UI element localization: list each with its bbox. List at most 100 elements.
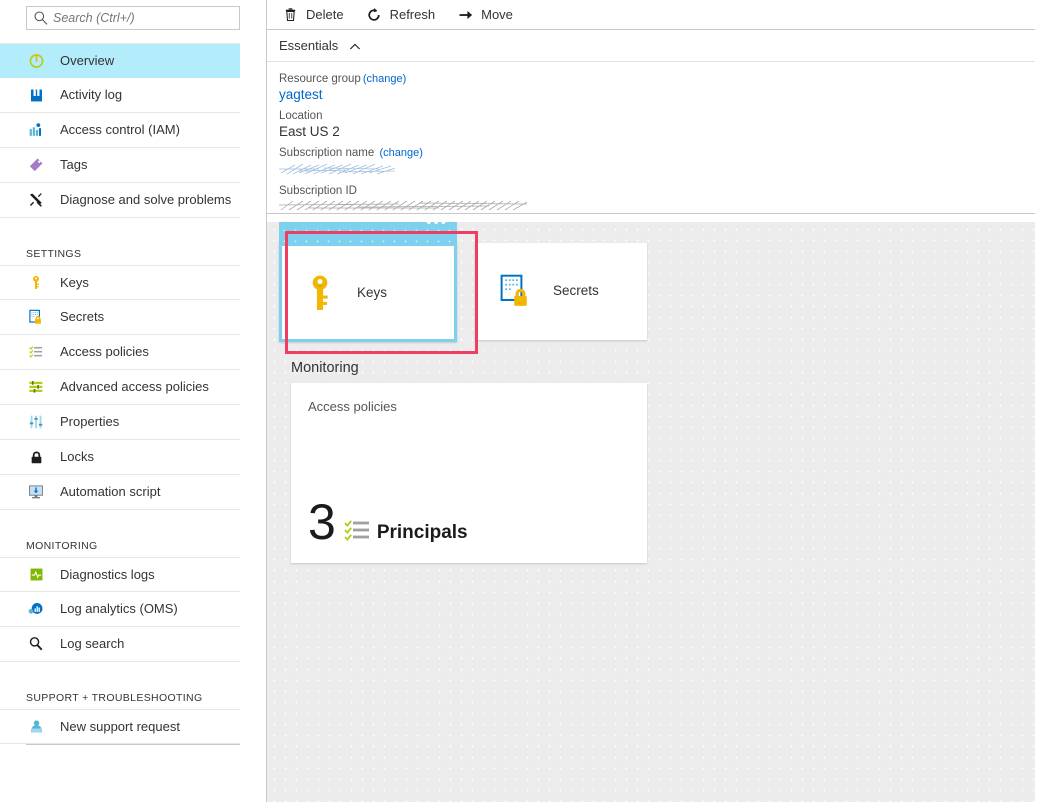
metric-label: Principals <box>377 522 468 545</box>
resource-menu-sidebar: Overview Activity log <box>0 0 267 802</box>
field-value: East US 2 <box>279 124 1041 145</box>
sidebar-item-secrets[interactable]: Secrets <box>0 300 240 335</box>
sidebar-item-locks[interactable]: Locks <box>0 440 240 475</box>
sidebar-item-label: Properties <box>60 414 119 430</box>
sidebar-item-label: Log search <box>60 636 124 652</box>
sidebar-nav: Overview Activity log <box>0 43 266 745</box>
redacted-subscription-id <box>279 200 529 212</box>
tile-secrets[interactable]: Secrets <box>475 243 647 340</box>
tile-label: Secrets <box>553 283 599 298</box>
change-link[interactable]: (change) <box>363 73 406 85</box>
field-key: Subscription name (change) <box>279 148 423 161</box>
command-label: Delete <box>306 7 344 23</box>
refresh-icon <box>366 6 383 23</box>
essentials-field-subscription-name: Subscription name (change) <box>279 144 1041 176</box>
tile-context-menu-icon[interactable]: ••• <box>426 222 448 228</box>
metric-value: 3 <box>308 499 335 545</box>
sidebar-item-activity-log[interactable]: Activity log <box>0 78 240 113</box>
automation-script-icon <box>26 482 46 502</box>
sidebar-item-advanced-access-policies[interactable]: Advanced access policies <box>0 370 240 405</box>
advanced-access-policies-icon <box>26 377 46 397</box>
nav-spacer <box>0 662 266 679</box>
sidebar-item-label: New support request <box>60 719 180 735</box>
secrets-tile-icon <box>497 272 535 310</box>
keys-tile-holder: ••• <box>279 230 457 342</box>
search-icon <box>33 10 49 26</box>
sidebar-item-new-support-request[interactable]: New support request <box>0 709 240 744</box>
sidebar-item-label: Access policies <box>60 344 149 360</box>
sidebar-item-access-control[interactable]: Access control (IAM) <box>0 113 240 148</box>
sidebar-item-label: Log analytics (OMS) <box>60 601 178 617</box>
field-key: Location <box>279 111 322 124</box>
sidebar-item-label: Advanced access policies <box>60 379 209 395</box>
sidebar-item-label: Secrets <box>60 309 104 325</box>
refresh-button[interactable]: Refresh <box>366 0 436 30</box>
redacted-subscription-name <box>279 163 397 176</box>
essentials-panel: Resource group(change) yagtest Location … <box>267 62 1041 214</box>
sidebar-item-tags[interactable]: Tags <box>0 148 240 183</box>
nav-group-monitoring-label: MONITORING <box>0 527 266 557</box>
sidebar-search-wrapper <box>0 0 266 30</box>
sidebar-item-label: Overview <box>60 53 114 69</box>
monitoring-section-title: Monitoring <box>291 360 1035 376</box>
key-tile-icon <box>301 271 339 315</box>
diagnostics-logs-icon <box>26 565 46 585</box>
field-key-text: Location <box>279 110 322 122</box>
sidebar-item-label: Locks <box>60 449 94 465</box>
dashboard-inner: ••• <box>267 222 1035 563</box>
sidebar-item-automation-script[interactable]: Automation script <box>0 475 240 510</box>
key-icon <box>26 273 46 293</box>
sidebar-item-label: Tags <box>60 157 87 173</box>
log-analytics-icon <box>26 599 46 619</box>
nav-group-support-label: SUPPORT + TROUBLESHOOTING <box>0 679 266 709</box>
move-button[interactable]: Move <box>457 0 513 30</box>
sidebar-item-overview[interactable]: Overview <box>0 43 240 78</box>
keys-tile-header[interactable]: ••• <box>279 222 457 243</box>
sidebar-item-diagnose[interactable]: Diagnose and solve problems <box>0 183 240 218</box>
monitor-tile-title: Access policies <box>291 383 647 414</box>
sidebar-item-access-policies[interactable]: Access policies <box>0 335 240 370</box>
sidebar-item-keys[interactable]: Keys <box>0 265 240 300</box>
right-edge-strip <box>1035 0 1041 802</box>
sidebar-item-label: Access control (IAM) <box>60 122 180 138</box>
sidebar-item-properties[interactable]: Properties <box>0 405 240 440</box>
command-label: Refresh <box>390 7 436 23</box>
azure-portal-blade: Overview Activity log <box>0 0 1041 802</box>
search-box[interactable] <box>26 6 240 30</box>
overview-power-icon <box>26 51 46 71</box>
delete-button[interactable]: Delete <box>282 0 344 30</box>
sidebar-item-label: Diagnose and solve problems <box>60 192 231 208</box>
access-policies-icon <box>343 515 373 545</box>
field-key-text: Resource group <box>279 73 361 85</box>
command-label: Move <box>481 7 513 23</box>
properties-sliders-icon <box>26 412 46 432</box>
tile-label: Keys <box>357 285 387 300</box>
search-input[interactable] <box>53 8 233 28</box>
lock-icon <box>26 447 46 467</box>
log-search-icon <box>26 634 46 654</box>
essentials-field-resource-group: Resource group(change) yagtest <box>279 70 1041 107</box>
essentials-field-subscription-id: Subscription ID <box>279 182 1041 213</box>
sidebar-bottom-divider <box>26 744 240 745</box>
sidebar-item-log-analytics[interactable]: Log analytics (OMS) <box>0 592 240 627</box>
change-link[interactable]: (change) <box>379 147 422 159</box>
sidebar-item-diagnostics-logs[interactable]: Diagnostics logs <box>0 557 240 592</box>
secret-lock-icon <box>26 307 46 327</box>
sidebar-item-log-search[interactable]: Log search <box>0 627 240 662</box>
chevron-up-icon <box>349 40 361 52</box>
monitor-metric: 3 Principals <box>308 499 468 545</box>
field-key: Subscription ID <box>279 186 357 199</box>
command-bar: Delete Refresh Move <box>267 0 1041 30</box>
nav-group-settings-label: SETTINGS <box>0 235 266 265</box>
access-control-icon <box>26 120 46 140</box>
field-value[interactable]: yagtest <box>279 87 1041 108</box>
tile-access-policies-monitor[interactable]: Access policies 3 <box>291 383 647 563</box>
tag-icon <box>26 155 46 175</box>
tile-row: ••• <box>279 230 1035 342</box>
tile-keys[interactable]: Keys <box>279 243 457 342</box>
activity-log-icon <box>26 85 46 105</box>
field-key-text: Subscription ID <box>279 185 357 197</box>
sidebar-item-label: Automation script <box>60 484 160 500</box>
nav-spacer <box>0 218 266 235</box>
essentials-toggle[interactable]: Essentials <box>267 30 1041 62</box>
